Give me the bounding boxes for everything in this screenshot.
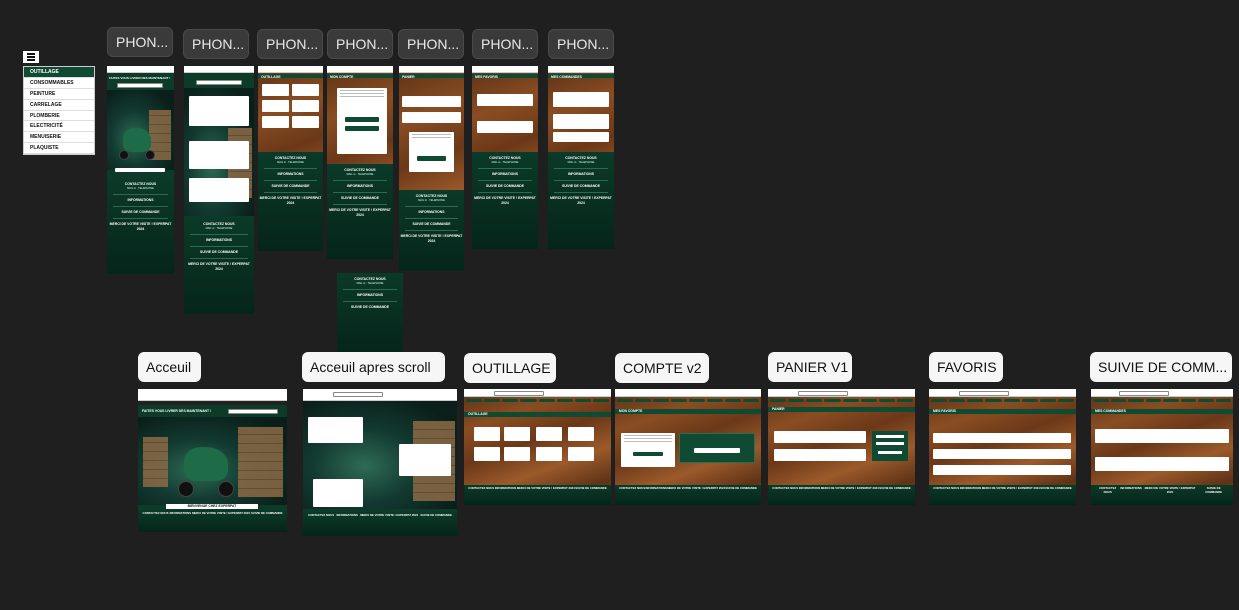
- frame-label-acceuil-scroll[interactable]: Acceuil apres scroll: [302, 352, 445, 382]
- page-title: OUTILLAGE: [468, 412, 488, 416]
- navbar: [107, 66, 174, 73]
- frame-label-phone-7[interactable]: PHON...: [548, 29, 614, 59]
- hero-image: [107, 90, 174, 170]
- frame-label-compte[interactable]: COMPTE v2: [615, 353, 709, 383]
- footer: CONTACTEZ NOUS MAIL ✉ · TELEPHONE INFORM…: [184, 216, 254, 314]
- page-title: MES FAVORIS: [475, 75, 498, 79]
- deliver-text: FAITES VOUS LIVRER DES MAINTENANT !: [142, 409, 212, 413]
- desktop-frame-compte[interactable]: MON COMPTE CONTACTEZ NOUS INFORMATIONS M…: [615, 389, 761, 505]
- search-input[interactable]: [117, 83, 163, 88]
- page-title: MON COMPTE: [330, 75, 354, 79]
- welcome-banner: BIENVENUE CHEZ EXPERPAT: [166, 504, 258, 509]
- desktop-frame-panier[interactable]: PANIER CONTACTEZ NOUS INFORMATIONS MERCI…: [768, 389, 915, 505]
- phone-frame-commandes[interactable]: MES COMMANDES CONTACTEZ NOUS MAIL ✉ · TE…: [548, 66, 614, 249]
- category-menu: OUTILLAGE CONSOMMABLES PEINTURE CARRELAGE PL…: [23, 66, 95, 156]
- frame-label-phone-5[interactable]: PHON...: [398, 29, 464, 59]
- desktop-frame-favoris[interactable]: MES FAVORIS CONTACTEZ NOUS INFORMATIONS …: [929, 389, 1076, 505]
- scooter-image: [117, 120, 157, 165]
- phone-frame-home[interactable]: FAITES VOUS LIVRER DES MAINTENANT ! CONT…: [107, 66, 174, 274]
- category-item[interactable]: PLOMBERIE: [24, 111, 94, 122]
- frame-label-phone-4[interactable]: PHON...: [327, 29, 393, 59]
- phone-frame-home-scroll[interactable]: CONTACTEZ NOUS MAIL ✉ · TELEPHONE INFORM…: [184, 66, 254, 314]
- frame-label-outillage[interactable]: OUTILLAGE: [464, 353, 556, 383]
- phone-frame-compte-footer: CONTACTEZ NOUS MAIL ✉ · TELEPHONE INFORM…: [337, 273, 403, 353]
- page-title: MES COMMANDES: [1095, 409, 1126, 413]
- hero-image: [138, 417, 287, 505]
- desktop-frame-acceuil-scroll[interactable]: CONTACTEZ NOUS INFORMATIONS MERCI DE VOT…: [303, 389, 457, 536]
- frame-label-phone-2[interactable]: PHON...: [183, 29, 249, 59]
- footer: CONTACTEZ NOUS MAIL ✉ · TELEPHONE INFORM…: [107, 178, 174, 274]
- category-item[interactable]: OUTILLAGE: [24, 67, 94, 78]
- footer-tracking-heading: SUIVIE DE COMMANDE: [121, 209, 160, 214]
- footer-info-heading: INFORMATIONS: [127, 197, 154, 202]
- desktop-frame-suivie[interactable]: MES COMMANDES CONTACTEZ NOUS INFORMATION…: [1091, 389, 1233, 505]
- search-input[interactable]: [196, 80, 242, 85]
- frame-label-acceuil[interactable]: Acceuil: [138, 352, 201, 382]
- phone-frame-panier[interactable]: PANIER CONTACTEZ NOUS MAIL ✉ · TELEPHONE…: [399, 66, 464, 271]
- search-input[interactable]: [228, 409, 278, 414]
- frame-label-phone-6[interactable]: PHON...: [472, 29, 538, 59]
- category-item[interactable]: CARRELAGE: [24, 100, 94, 111]
- desktop-frame-acceuil[interactable]: FAITES VOUS LIVRER DES MAINTENANT ! BIEN…: [138, 389, 287, 532]
- desktop-frame-outillage[interactable]: OUTILLAGE CONTACTEZ NOUS INFORMATIONS ME…: [464, 389, 611, 505]
- frame-label-panier[interactable]: PANIER V1: [768, 352, 852, 382]
- footer-thanks: MERCI DE VOTRE VISITE ! EXPERPAT 2024: [109, 221, 172, 231]
- phone-frame-outillage[interactable]: OUTILLAGE CONTACTEZ NOUS MAIL ✉ · TELEPH…: [258, 66, 323, 251]
- page-title: MES FAVORIS: [933, 409, 956, 413]
- category-item[interactable]: PLAQUISTE: [24, 143, 94, 155]
- deliver-text: FAITES VOUS LIVRER DES MAINTENANT !: [109, 76, 171, 80]
- frame-label-phone-1[interactable]: PHON...: [107, 27, 173, 57]
- page-title: PANIER: [772, 407, 785, 411]
- phone-frame-compte[interactable]: MON COMPTE CONTACTEZ NOUS MAIL ✉ · TELEP…: [327, 66, 393, 259]
- frame-label-suivie[interactable]: SUIVIE DE COMM...: [1090, 352, 1232, 382]
- category-item[interactable]: MENUISERIE: [24, 132, 94, 144]
- page-title: OUTILLAGE: [261, 75, 281, 79]
- page-title: PANIER: [402, 75, 415, 79]
- phone-frame-favoris[interactable]: MES FAVORIS CONTACTEZ NOUS MAIL ✉ · TELE…: [472, 66, 538, 249]
- frame-label-favoris[interactable]: FAVORIS: [929, 352, 1003, 382]
- hamburger-menu-icon[interactable]: [23, 51, 39, 63]
- page-title: MES COMMANDES: [551, 75, 582, 79]
- page-title: MON COMPTE: [619, 409, 643, 413]
- category-item[interactable]: CONSOMMABLES: [24, 78, 94, 89]
- search-input[interactable]: [333, 392, 383, 397]
- category-item[interactable]: PEINTURE: [24, 89, 94, 100]
- frame-label-phone-3[interactable]: PHON...: [257, 29, 323, 59]
- category-item[interactable]: ELECTRICITÉ: [24, 121, 94, 133]
